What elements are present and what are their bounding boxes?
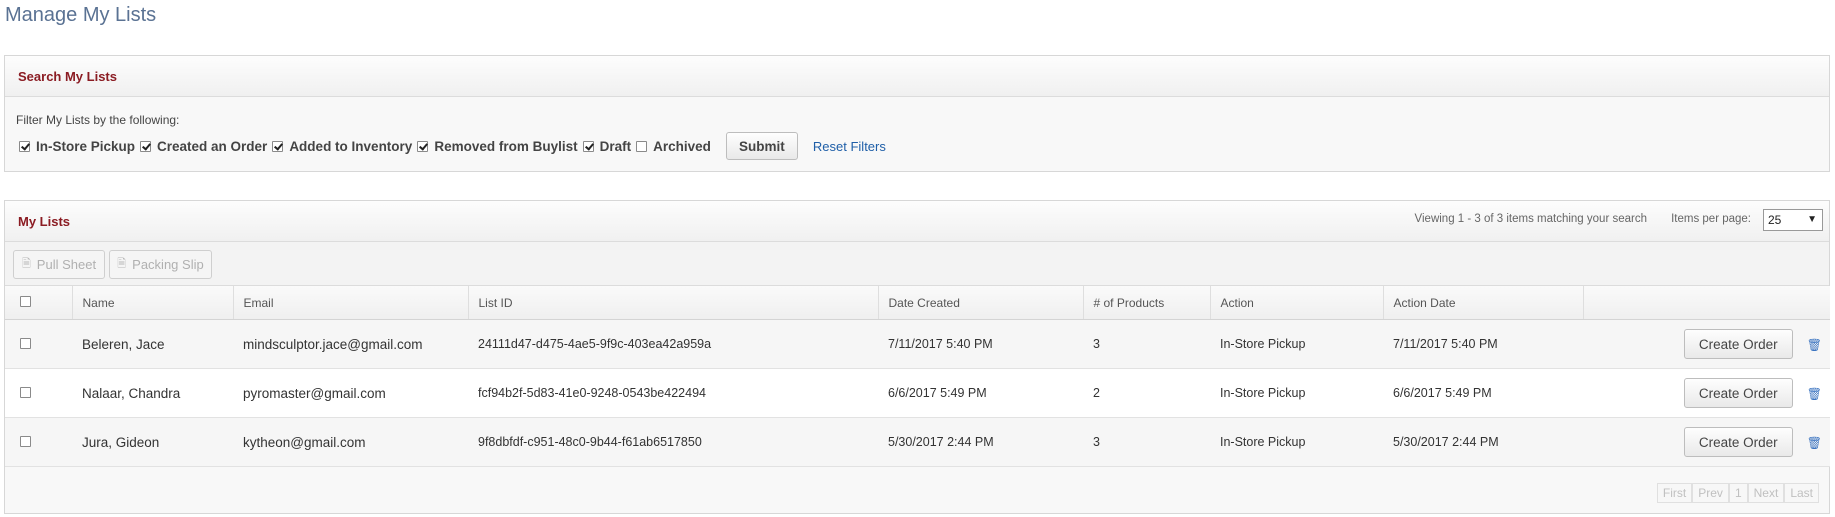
- column-header-action-date[interactable]: Action Date: [1383, 286, 1584, 320]
- submit-button[interactable]: Submit: [725, 132, 798, 160]
- cell-products: 3: [1083, 417, 1210, 467]
- my-lists-header: My Lists Viewing 1 - 3 of 3 items matchi…: [5, 201, 1829, 242]
- cell-products: 2: [1083, 368, 1210, 418]
- table-row: Beleren, Jace mindsculptor.jace@gmail.co…: [5, 319, 1830, 369]
- pagination: First Prev 1 Next Last: [1656, 483, 1819, 503]
- cell-date-created: 5/30/2017 2:44 PM: [878, 417, 1083, 467]
- trash-icon[interactable]: 🗑: [1807, 436, 1822, 450]
- filter-checkbox[interactable]: [140, 140, 152, 152]
- filter-created-an-order[interactable]: Created an Order: [140, 139, 267, 154]
- row-select-cell: [5, 319, 72, 369]
- pager-page[interactable]: 1: [1728, 483, 1748, 503]
- select-all-checkbox[interactable]: [20, 295, 31, 307]
- cell-date-created: 7/11/2017 5:40 PM: [878, 319, 1083, 369]
- row-select-cell: [5, 368, 72, 418]
- row-select-cell: [5, 417, 72, 467]
- filter-label-text: Removed from Buylist: [434, 138, 578, 154]
- trash-icon[interactable]: 🗑: [1807, 387, 1822, 401]
- items-per-page-value: 25: [1768, 213, 1782, 227]
- row-checkbox[interactable]: [20, 337, 31, 349]
- cell-name: Nalaar, Chandra: [72, 368, 233, 418]
- column-header-action[interactable]: Action: [1210, 286, 1384, 320]
- filter-label-text: Draft: [599, 138, 632, 154]
- filter-label-text: Created an Order: [157, 138, 268, 154]
- filter-added-to-inventory[interactable]: Added to Inventory: [272, 139, 412, 154]
- filter-checkbox[interactable]: [582, 140, 594, 152]
- pager-last[interactable]: Last: [1784, 483, 1819, 503]
- filter-label: Filter My Lists by the following:: [16, 113, 180, 127]
- column-header-name[interactable]: Name: [72, 286, 234, 320]
- pager-first[interactable]: First: [1656, 483, 1693, 503]
- search-panel-title: Search My Lists: [18, 69, 117, 84]
- my-lists-title: My Lists: [18, 214, 71, 229]
- filter-checkbox[interactable]: [417, 140, 429, 152]
- row-actions-cell: Create Order 🗑: [1583, 417, 1830, 467]
- page-title: Manage My Lists: [5, 4, 157, 26]
- search-panel-header: Search My Lists: [5, 56, 1829, 97]
- cell-action-date: 7/11/2017 5:40 PM: [1383, 319, 1583, 369]
- column-header-actions: [1583, 286, 1830, 320]
- cell-products: 3: [1083, 319, 1210, 369]
- lists-table: Name Email List ID Date Created # of Pro…: [5, 286, 1830, 467]
- column-header-date-created[interactable]: Date Created: [878, 286, 1084, 320]
- row-checkbox[interactable]: [20, 386, 31, 398]
- create-order-button[interactable]: Create Order: [1683, 329, 1793, 359]
- column-header-list-id[interactable]: List ID: [468, 286, 879, 320]
- filter-label-text: Added to Inventory: [289, 138, 413, 154]
- cell-email: kytheon@gmail.com: [233, 417, 468, 467]
- pull-sheet-button[interactable]: 🗎 Pull Sheet: [13, 250, 105, 279]
- filter-label-text: In-Store Pickup: [36, 138, 136, 154]
- cell-action: In-Store Pickup: [1210, 417, 1383, 467]
- filter-draft[interactable]: Draft: [582, 138, 632, 154]
- cell-action-date: 5/30/2017 2:44 PM: [1383, 417, 1583, 467]
- cell-email: pyromaster@gmail.com: [233, 368, 468, 418]
- row-actions-cell: Create Order 🗑: [1583, 319, 1830, 369]
- filter-row: In-Store Pickup Created an Order Added t…: [19, 131, 886, 161]
- trash-icon[interactable]: 🗑: [1807, 338, 1822, 352]
- chevron-down-icon: ▼: [1807, 214, 1817, 225]
- column-header-email[interactable]: Email: [233, 286, 469, 320]
- create-order-button[interactable]: Create Order: [1683, 378, 1793, 408]
- items-per-page-label: Items per page:: [1671, 213, 1751, 225]
- cell-name: Beleren, Jace: [72, 319, 233, 369]
- cell-action: In-Store Pickup: [1210, 319, 1383, 369]
- table-header-row: Name Email List ID Date Created # of Pro…: [5, 286, 1830, 320]
- cell-action-date: 6/6/2017 5:49 PM: [1383, 368, 1583, 418]
- create-order-button[interactable]: Create Order: [1683, 427, 1793, 457]
- pager-next[interactable]: Next: [1747, 483, 1785, 503]
- table-row: Nalaar, Chandra pyromaster@gmail.com fcf…: [5, 368, 1830, 418]
- packing-slip-label: Packing Slip: [132, 257, 204, 272]
- pager-prev[interactable]: Prev: [1692, 483, 1729, 503]
- filter-archived[interactable]: Archived: [636, 139, 711, 154]
- row-actions-cell: Create Order 🗑: [1583, 368, 1830, 418]
- viewing-count: Viewing 1 - 3 of 3 items matching your s…: [1414, 213, 1647, 225]
- filter-checkbox[interactable]: [272, 140, 284, 152]
- filter-label-text: Archived: [653, 138, 711, 154]
- cell-action: In-Store Pickup: [1210, 368, 1383, 418]
- filter-removed-from-buylist[interactable]: Removed from Buylist: [417, 138, 578, 154]
- column-header-products[interactable]: # of Products: [1083, 286, 1211, 320]
- pull-sheet-label: Pull Sheet: [36, 257, 97, 272]
- pdf-icon: 🗎: [117, 258, 127, 270]
- list-toolbar: 🗎 Pull Sheet 🗎 Packing Slip: [5, 242, 1829, 286]
- filter-checkbox[interactable]: [636, 140, 648, 152]
- cell-date-created: 6/6/2017 5:49 PM: [878, 368, 1083, 418]
- reset-filters-link[interactable]: Reset Filters: [813, 139, 886, 154]
- my-lists-panel: My Lists Viewing 1 - 3 of 3 items matchi…: [4, 200, 1830, 514]
- items-per-page-select[interactable]: 25 ▼: [1763, 209, 1823, 231]
- cell-list-id: fcf94b2f-5d83-41e0-9248-0543be422494: [468, 368, 878, 418]
- filter-in-store-pickup[interactable]: In-Store Pickup: [19, 139, 135, 154]
- row-checkbox[interactable]: [20, 435, 31, 447]
- document-icon: 🗎: [21, 258, 31, 270]
- table-row: Jura, Gideon kytheon@gmail.com 9f8dbfdf-…: [5, 417, 1830, 467]
- cell-list-id: 24111d47-d475-4ae5-9f9c-403ea42a959a: [468, 319, 878, 369]
- packing-slip-button[interactable]: 🗎 Packing Slip: [109, 250, 212, 279]
- filter-checkbox[interactable]: [19, 140, 30, 152]
- cell-name: Jura, Gideon: [72, 417, 233, 467]
- search-panel: Search My Lists Filter My Lists by the f…: [4, 55, 1830, 172]
- select-all-cell: [5, 286, 73, 320]
- cell-list-id: 9f8dbfdf-c951-48c0-9b44-f61ab6517850: [468, 417, 878, 467]
- cell-email: mindsculptor.jace@gmail.com: [233, 319, 468, 369]
